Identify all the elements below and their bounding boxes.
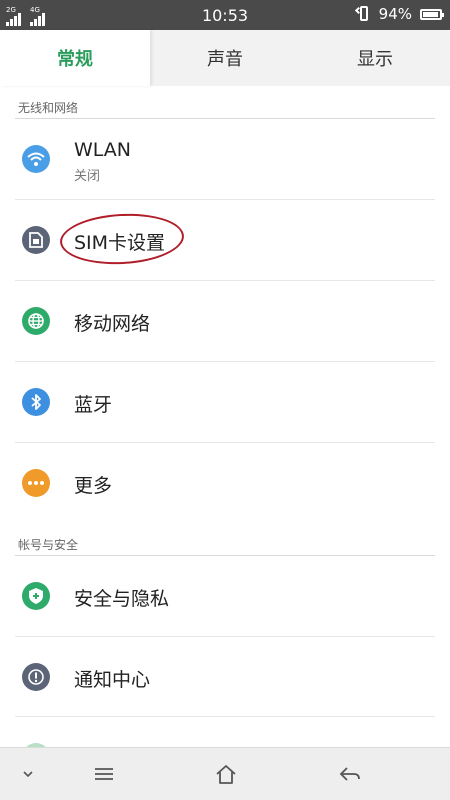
- wlan-status: 关闭: [74, 169, 101, 184]
- bluetooth-title: 蓝牙: [74, 394, 113, 416]
- mobile-network-title: 移动网络: [74, 313, 151, 335]
- collapse-chevron-icon[interactable]: [13, 760, 43, 788]
- globe-icon: [22, 307, 50, 335]
- battery-percent: 94%: [378, 5, 412, 23]
- settings-item-more[interactable]: 更多: [0, 443, 450, 523]
- bluetooth-icon: [22, 388, 50, 416]
- wlan-title: WLAN: [74, 139, 132, 161]
- settings-item-mobile-network[interactable]: 移动网络: [0, 281, 450, 361]
- status-bar: 2G 4G 10:53 94%: [0, 0, 450, 30]
- settings-item-partial[interactable]: [0, 717, 450, 748]
- back-button[interactable]: [335, 760, 365, 788]
- settings-tabs: 常规 声音 显示: [0, 30, 450, 86]
- more-dots-icon: [22, 469, 50, 497]
- settings-item-security-privacy[interactable]: 安全与隐私: [0, 556, 450, 636]
- vibrate-phone-icon: [354, 5, 371, 23]
- exclamation-icon: [22, 663, 50, 691]
- settings-item-wlan[interactable]: WLAN 关闭: [0, 119, 450, 199]
- home-button[interactable]: [211, 760, 241, 788]
- section-header-wireless: 无线和网络: [18, 101, 79, 115]
- security-privacy-title: 安全与隐私: [74, 588, 170, 610]
- section-header-account: 帐号与安全: [18, 538, 79, 552]
- settings-item-notification-center[interactable]: 通知中心: [0, 637, 450, 717]
- wifi-icon: [22, 145, 50, 173]
- more-title: 更多: [74, 475, 113, 497]
- menu-button[interactable]: [89, 760, 119, 788]
- settings-item-bluetooth[interactable]: 蓝牙: [0, 362, 450, 442]
- tab-sound[interactable]: 声音: [150, 30, 300, 86]
- navigation-bar: [0, 747, 450, 800]
- shield-plus-icon: [22, 582, 50, 610]
- tab-display[interactable]: 显示: [300, 30, 450, 86]
- battery-icon: [420, 8, 444, 20]
- tab-general[interactable]: 常规: [0, 30, 150, 86]
- notification-center-title: 通知中心: [74, 669, 151, 691]
- sim-card-icon: [22, 226, 50, 254]
